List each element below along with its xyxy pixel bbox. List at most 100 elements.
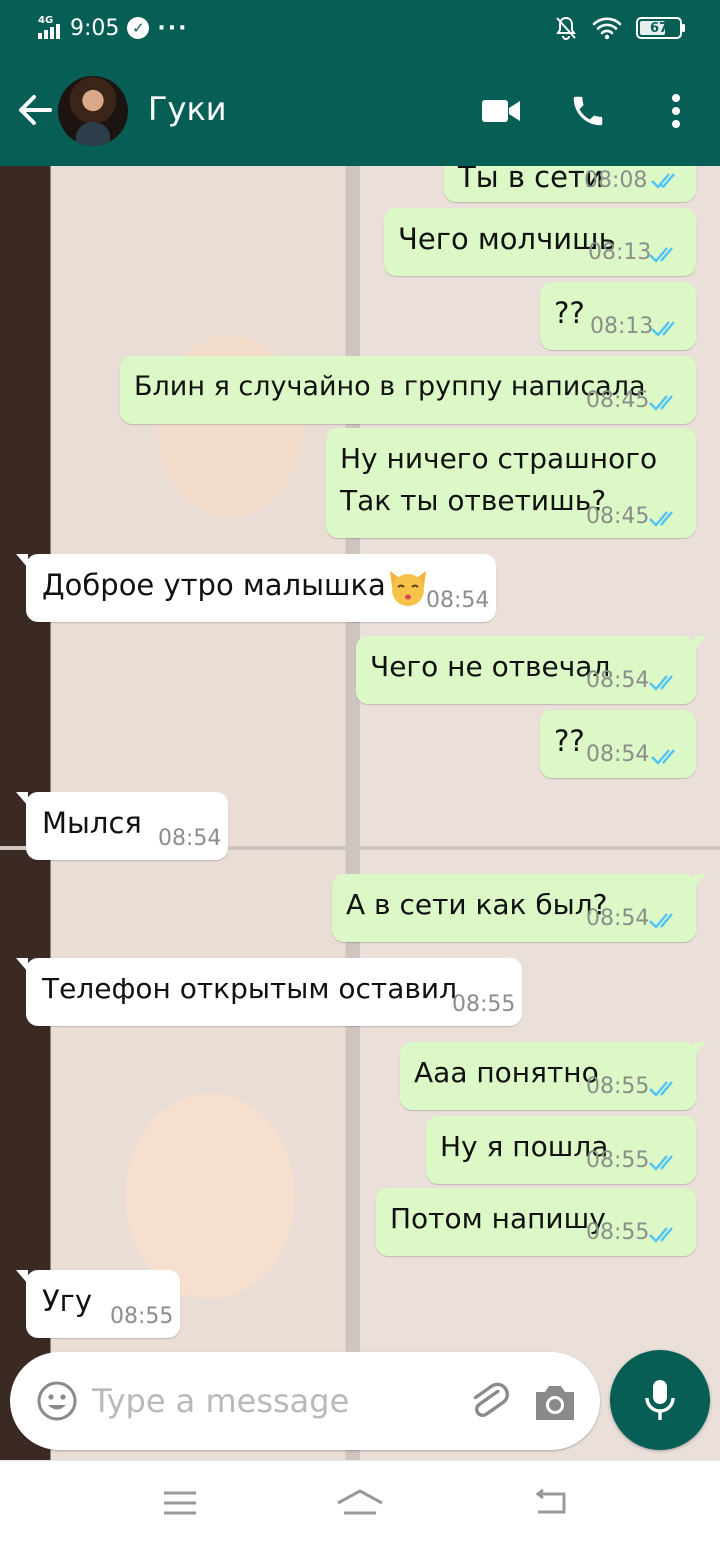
recents-button[interactable]: [150, 1481, 210, 1525]
bubble-tail: [694, 636, 706, 650]
message-time: 08:13: [590, 314, 654, 339]
message-text: Телефон открытым оставил: [42, 972, 457, 1005]
message-time: 08:55: [586, 1148, 650, 1173]
bell-off-icon: [556, 16, 576, 40]
home-button[interactable]: [330, 1481, 390, 1525]
video-call-button[interactable]: [476, 86, 526, 136]
camera-icon[interactable]: [532, 1382, 578, 1422]
voice-message-button[interactable]: [610, 1350, 710, 1450]
more-vert-icon: [672, 94, 680, 128]
battery-level: 67: [649, 20, 669, 36]
kissing-cat-emoji-icon: [389, 571, 426, 606]
read-ticks-icon: [651, 321, 675, 337]
message-time: 08:55: [452, 992, 516, 1017]
message-bubble-incoming[interactable]: Телефон открытым оставил 08:55: [16, 958, 522, 1026]
message-time: 08:08: [584, 168, 648, 193]
message-text: Ну я пошла: [440, 1130, 609, 1163]
status-more-dots: ···: [157, 15, 189, 41]
message-text: ??: [554, 296, 585, 330]
message-text: ??: [554, 724, 585, 758]
message-bubble-outgoing[interactable]: Ты в сети 08:08: [444, 166, 696, 202]
battery-icon: 67: [636, 17, 685, 39]
message-bubble-outgoing[interactable]: Блин я случайно в группу написала 08:45: [120, 356, 696, 424]
message-text: Ты в сети: [458, 166, 604, 194]
back-button[interactable]: [14, 89, 56, 131]
message-time: 08:13: [588, 240, 652, 265]
paperclip-icon[interactable]: [466, 1378, 512, 1424]
read-ticks-icon: [649, 1227, 673, 1243]
read-ticks-icon: [649, 1081, 673, 1097]
message-bubble-outgoing[interactable]: Ну ничего страшного Так ты ответишь? 08:…: [326, 428, 696, 538]
message-time: 08:54: [586, 906, 650, 931]
bubble-tail: [16, 792, 28, 806]
message-time: 08:54: [426, 588, 490, 613]
check-circle-icon: ✓: [127, 17, 150, 39]
phone-icon: [573, 96, 603, 126]
back-return-icon: [535, 1488, 566, 1514]
message-time: 08:45: [586, 388, 650, 413]
bubble-tail: [16, 958, 28, 972]
message-bubble-outgoing[interactable]: Ааа понятно 08:55: [400, 1042, 706, 1110]
avatar[interactable]: [58, 76, 128, 146]
menu-lines-icon: [164, 1491, 196, 1515]
read-ticks-icon: [649, 913, 673, 929]
message-time: 08:54: [586, 742, 650, 767]
message-text: Доброе утро малышка: [42, 564, 430, 607]
video-call-icon: [482, 100, 520, 122]
message-text: Чего молчишь: [398, 222, 616, 256]
message-time: 08:55: [586, 1220, 650, 1245]
message-text: Чего не отвечал: [370, 650, 611, 683]
chat-header: Гуки: [0, 56, 720, 166]
status-bar: 4G 9:05 ✓ ··· 67: [0, 0, 720, 56]
message-bubble-outgoing[interactable]: Потом напишу 08:55: [376, 1188, 696, 1256]
bubble-tail: [694, 874, 706, 888]
message-bubble-outgoing[interactable]: Ну я пошла 08:55: [426, 1116, 696, 1184]
read-ticks-icon: [649, 247, 673, 263]
status-time: 9:05: [70, 15, 120, 41]
read-ticks-icon: [649, 511, 673, 527]
message-text: Мылся: [42, 806, 142, 840]
message-time: 08:55: [586, 1074, 650, 1099]
message-text: А в сети как был?: [346, 888, 608, 921]
message-composer: [10, 1352, 600, 1450]
status-left: 4G 9:05 ✓ ···: [38, 12, 188, 44]
read-ticks-icon: [651, 173, 675, 189]
message-bubble-outgoing[interactable]: А в сети как был? 08:54: [332, 874, 706, 942]
microphone-icon: [645, 1380, 675, 1420]
message-text: Потом напишу: [390, 1202, 606, 1235]
message-text: Угу: [42, 1284, 93, 1318]
back-nav-button[interactable]: [520, 1481, 580, 1525]
message-bubble-outgoing[interactable]: Чего не отвечал 08:54: [356, 636, 706, 704]
message-bubble-outgoing[interactable]: Чего молчишь 08:13: [384, 208, 696, 276]
message-bubble-outgoing[interactable]: ?? 08:13: [540, 282, 696, 350]
read-ticks-icon: [651, 749, 675, 765]
message-text: Блин я случайно в группу написала: [134, 371, 646, 402]
message-text: Ааа понятно: [414, 1056, 599, 1089]
message-time: 08:54: [158, 826, 222, 851]
message-time: 08:55: [110, 1304, 174, 1329]
back-arrow-icon: [19, 95, 52, 125]
voice-call-button[interactable]: [563, 86, 613, 136]
read-ticks-icon: [649, 1155, 673, 1171]
bubble-tail: [16, 554, 28, 568]
system-navigation-bar: [0, 1460, 720, 1544]
message-bubble-incoming[interactable]: Доброе утро малышка 08:54: [16, 554, 496, 622]
network-type: 4G: [38, 15, 54, 26]
contact-name[interactable]: Гуки: [148, 90, 227, 128]
home-icon: [337, 1489, 383, 1515]
message-input[interactable]: [92, 1376, 452, 1426]
wifi-icon: [592, 17, 622, 40]
message-bubble-incoming[interactable]: Угу 08:55: [16, 1270, 180, 1338]
chat-area[interactable]: Ты в сети 08:08 Чего молчишь 08:13 ?? 08…: [0, 166, 720, 1460]
bubble-tail: [694, 1042, 706, 1056]
emoji-icon[interactable]: [36, 1380, 78, 1422]
read-ticks-icon: [649, 395, 673, 411]
read-ticks-icon: [649, 675, 673, 691]
message-bubble-incoming[interactable]: Мылся 08:54: [16, 792, 228, 860]
message-bubble-outgoing[interactable]: ?? 08:54: [540, 710, 696, 778]
message-time: 08:54: [586, 668, 650, 693]
message-time: 08:45: [586, 504, 650, 529]
status-right: 67: [554, 14, 685, 42]
bubble-tail: [16, 1270, 28, 1284]
more-options-button[interactable]: [651, 86, 701, 136]
